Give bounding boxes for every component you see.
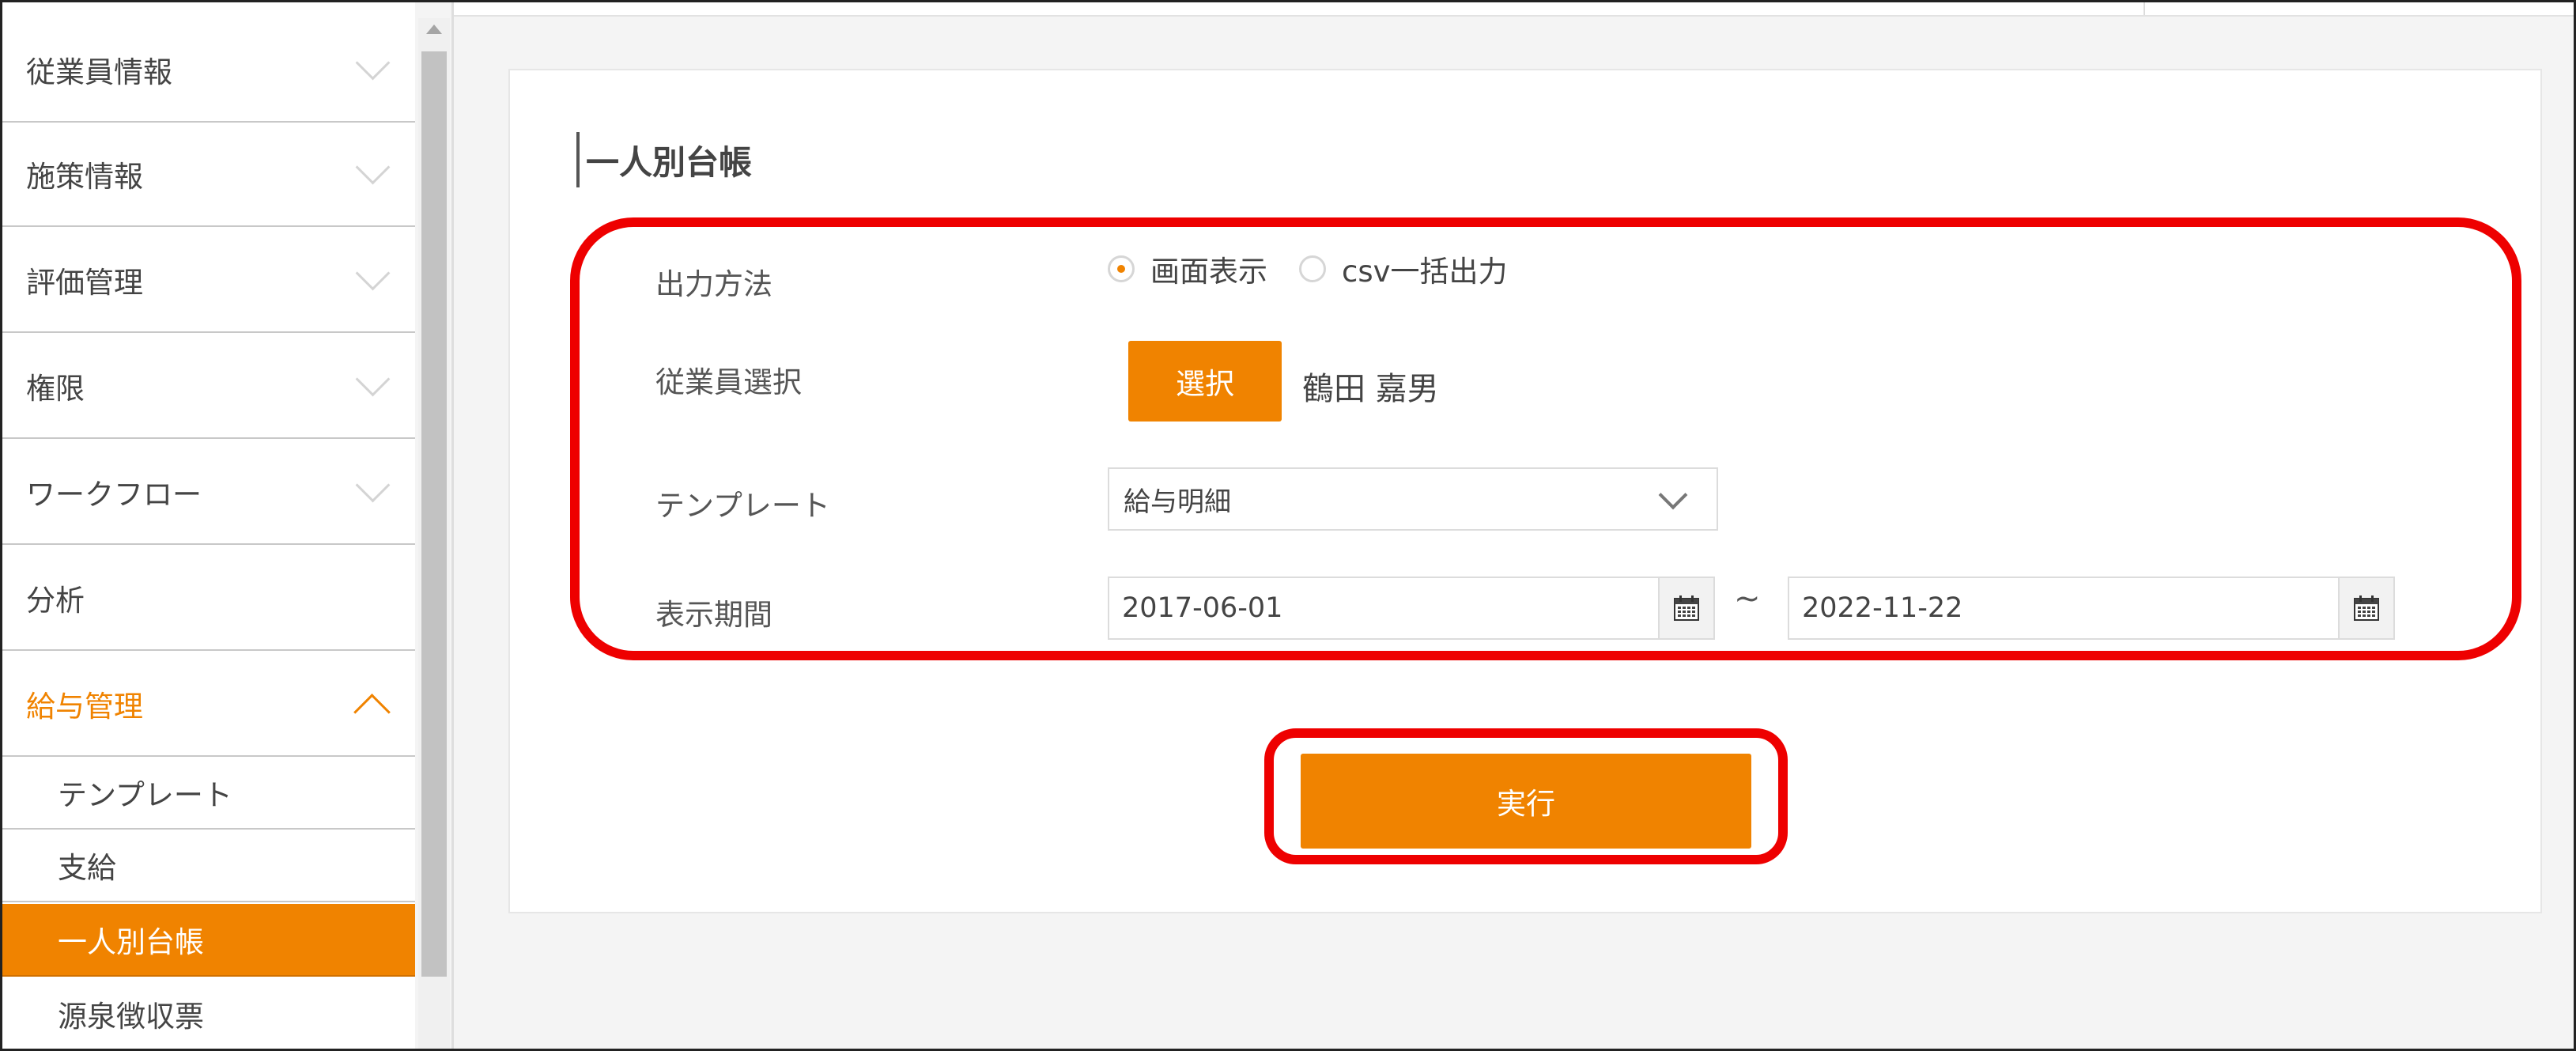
radio-label: csv一括出力 [1342, 255, 1508, 289]
sidebar-item-permissions[interactable]: 権限 [2, 335, 415, 439]
chevron-down-icon [355, 45, 391, 81]
chevron-up-icon [353, 694, 391, 731]
sidebar-scrollbar[interactable] [418, 18, 450, 1049]
employee-select-button[interactable]: 選択 [1128, 341, 1282, 422]
selected-employee-name: 鶴田 嘉男 [1302, 371, 1439, 407]
sidebar-subitem-individual-ledger[interactable]: 一人別台帳 [2, 904, 415, 977]
scrollbar-thumb[interactable] [421, 51, 447, 977]
sidebar-item-evaluation[interactable]: 評価管理 [2, 229, 415, 333]
sidebar-item-analysis[interactable]: 分析 [2, 546, 415, 651]
run-button[interactable]: 実行 [1301, 754, 1751, 849]
sidebar-subitem-payment[interactable]: 支給 [2, 830, 415, 902]
chevron-down-icon [355, 361, 391, 397]
period-label: 表示期間 [655, 598, 772, 632]
calendar-icon [1674, 595, 1699, 621]
sidebar-divider [451, 2, 454, 1049]
radio-checked-icon [1108, 255, 1135, 282]
app-window: 従業員情報 施策情報 評価管理 権限 ワークフロー 分析 給与管理 テンプレート [0, 0, 2576, 1051]
calendar-icon [2354, 595, 2379, 621]
date-range-separator: ~ [1734, 580, 1761, 617]
radio-label: 画面表示 [1150, 255, 1267, 289]
chevron-down-icon [355, 467, 391, 503]
sidebar-item-label: 権限 [26, 372, 85, 406]
sidebar-subitem-label: テンプレート [58, 778, 232, 812]
template-label: テンプレート [655, 489, 830, 523]
main-panel: 一人別台帳 出力方法 画面表示 csv一括出力 従業員選択 選択 鶴田 嘉男 テ… [508, 69, 2542, 913]
chevron-down-icon [1658, 480, 1688, 510]
start-date-input[interactable]: 2017-06-01 [1108, 577, 1660, 640]
scroll-up-arrow-icon[interactable] [426, 25, 442, 34]
chevron-down-icon [355, 149, 391, 185]
template-select[interactable]: 給与明細 [1108, 467, 1718, 531]
chevron-down-icon [355, 255, 391, 291]
sidebar-subitem-label: 源泉徴収票 [58, 1000, 204, 1034]
radio-csv-bulk-output[interactable]: csv一括出力 [1299, 248, 1508, 290]
sidebar-item-label: ワークフロー [26, 478, 202, 512]
sidebar-subitem-label: 一人別台帳 [58, 925, 204, 959]
sidebar-item-employee-info[interactable]: 従業員情報 [2, 18, 415, 123]
sidebar-subitem-template[interactable]: テンプレート [2, 757, 415, 830]
page-title: 一人別台帳 [576, 132, 752, 187]
top-bar [453, 2, 2574, 17]
output-method-label: 出力方法 [655, 267, 772, 301]
sidebar-item-label: 分析 [26, 584, 85, 618]
sidebar-item-label: 従業員情報 [26, 55, 172, 89]
radio-screen-display[interactable]: 画面表示 [1108, 248, 1267, 290]
radio-unchecked-icon [1299, 255, 1326, 282]
end-date-calendar-icon[interactable] [2338, 577, 2395, 640]
sidebar-item-payroll[interactable]: 給与管理 [2, 652, 415, 757]
template-select-value: 給与明細 [1124, 486, 1231, 518]
sidebar-subitem-label: 支給 [58, 851, 116, 885]
sidebar-item-label: 給与管理 [26, 690, 143, 724]
sidebar: 従業員情報 施策情報 評価管理 権限 ワークフロー 分析 給与管理 テンプレート [2, 2, 415, 1049]
start-date-calendar-icon[interactable] [1658, 577, 1715, 640]
sidebar-item-label: 評価管理 [26, 266, 143, 300]
employee-select-label: 従業員選択 [655, 365, 802, 399]
end-date-input[interactable]: 2022-11-22 [1788, 577, 2340, 640]
sidebar-subitem-withholding-slip[interactable]: 源泉徴収票 [2, 978, 415, 1049]
top-bar-divider [2144, 2, 2145, 15]
sidebar-item-policy-info[interactable]: 施策情報 [2, 123, 415, 227]
sidebar-item-label: 施策情報 [26, 160, 143, 194]
sidebar-item-workflow[interactable]: ワークフロー [2, 440, 415, 545]
